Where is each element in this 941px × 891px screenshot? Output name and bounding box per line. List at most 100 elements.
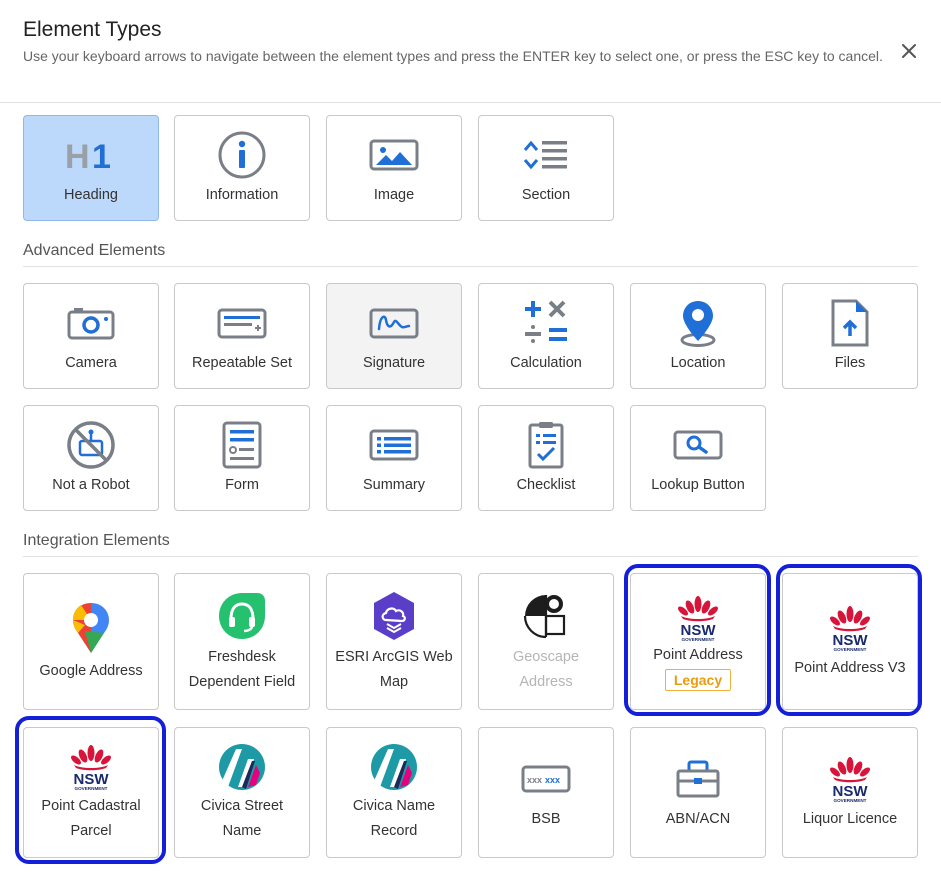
google-maps-icon: [73, 603, 109, 653]
info-icon: [218, 131, 266, 178]
close-button[interactable]: [896, 38, 922, 64]
tile-label: Point Address V3: [794, 660, 906, 676]
calculation-icon: [525, 300, 567, 343]
tile-label: Lookup Button: [651, 476, 745, 493]
element-tile-not-a-robot[interactable]: Not a Robot: [23, 405, 159, 511]
tile-label: BSB: [531, 811, 561, 827]
element-tile-bsb[interactable]: xxx xxx BSB: [478, 727, 614, 858]
element-tile-point-address[interactable]: NSW GOVERNMENT Point Address Legacy: [630, 573, 766, 710]
svg-text:GOVERNMENT: GOVERNMENT: [834, 798, 867, 803]
bsb-icon: xxx xxx: [521, 765, 571, 793]
tile-label: Not a Robot: [52, 476, 130, 493]
element-tile-google-address[interactable]: Google Address: [23, 573, 159, 710]
svg-text:GOVERNMENT: GOVERNMENT: [834, 647, 867, 652]
lookup-button-icon: [673, 430, 723, 459]
nsw-government-logo: NSW GOVERNMENT: [678, 595, 718, 642]
tile-label: Geoscape Address: [512, 648, 580, 690]
element-tile-repeatable-set[interactable]: Repeatable Set: [174, 283, 310, 389]
svg-text:H: H: [65, 138, 90, 175]
tile-label: Summary: [362, 476, 426, 493]
svg-text:xxx: xxx: [527, 775, 542, 785]
element-tile-heading[interactable]: H 1 Heading: [23, 115, 159, 221]
element-tile-liquor-licence[interactable]: NSW GOVERNMENT Liquor Licence: [782, 727, 918, 858]
civica-icon: [219, 743, 265, 790]
form-icon: [222, 421, 262, 468]
civica-icon: [371, 743, 417, 790]
freshdesk-icon: [219, 592, 265, 639]
element-tile-calculation[interactable]: Calculation: [478, 283, 614, 389]
divider: [23, 556, 918, 557]
tile-label: Image: [373, 186, 415, 203]
tile-label: Repeatable Set: [192, 354, 292, 371]
legacy-badge: Legacy: [664, 668, 732, 691]
tile-label: Form: [225, 476, 259, 493]
nsw-government-logo: NSW GOVERNMENT: [830, 757, 870, 803]
element-tile-section[interactable]: Section: [478, 115, 614, 221]
element-tile-signature[interactable]: Signature: [326, 283, 462, 389]
geoscape-icon: [523, 594, 566, 638]
element-tile-image[interactable]: Image: [326, 115, 462, 221]
element-tile-lookup-button[interactable]: Lookup Button: [630, 405, 766, 511]
close-icon: [902, 44, 916, 58]
element-tile-civica-street-name[interactable]: Civica Street Name: [174, 727, 310, 858]
tile-label: Liquor Licence: [802, 811, 898, 827]
repeatable-set-icon: [217, 308, 267, 338]
element-types-dialog: Element Types Use your keyboard arrows t…: [0, 0, 941, 891]
svg-text:GOVERNMENT: GOVERNMENT: [682, 637, 715, 642]
tile-label: Freshdesk Dependent Field: [188, 648, 296, 690]
tile-label: Heading: [63, 186, 118, 203]
nsw-government-logo: NSW GOVERNMENT: [71, 744, 111, 791]
summary-icon: [369, 429, 419, 460]
section-icon: [523, 140, 567, 169]
image-icon: [369, 139, 419, 170]
element-tile-geoscape-address: Geoscape Address: [478, 573, 614, 710]
not-a-robot-icon: [67, 420, 115, 469]
element-tile-information[interactable]: Information: [174, 115, 310, 221]
element-tile-freshdesk-dependent-field[interactable]: Freshdesk Dependent Field: [174, 573, 310, 710]
tile-label: Checklist: [516, 476, 576, 493]
dialog-title: Element Types: [23, 18, 162, 41]
element-tile-point-cadastral-parcel[interactable]: NSW GOVERNMENT Point Cadastral Parcel: [23, 727, 159, 858]
signature-icon: [369, 308, 419, 338]
element-tile-summary[interactable]: Summary: [326, 405, 462, 511]
tile-label: Camera: [65, 354, 117, 371]
element-tile-camera[interactable]: Camera: [23, 283, 159, 389]
briefcase-icon: [676, 760, 720, 798]
element-tile-location[interactable]: Location: [630, 283, 766, 389]
element-tile-checklist[interactable]: Checklist: [478, 405, 614, 511]
dialog-header: Element Types Use your keyboard arrows t…: [0, 0, 941, 103]
tile-label: ESRI ArcGIS Web Map: [335, 648, 453, 690]
dialog-description: Use your keyboard arrows to navigate bet…: [23, 48, 883, 64]
element-tile-files[interactable]: Files: [782, 283, 918, 389]
location-pin-icon: [680, 300, 716, 347]
svg-text:xxx: xxx: [545, 775, 560, 785]
divider: [23, 266, 918, 267]
element-tile-esri-arcgis-web-map[interactable]: ESRI ArcGIS Web Map: [326, 573, 462, 710]
section-title-advanced: Advanced Elements: [23, 242, 166, 259]
tile-label: ABN/ACN: [665, 811, 731, 827]
svg-text:1: 1: [92, 138, 111, 175]
tile-label: Section: [521, 186, 571, 203]
element-tile-civica-name-record[interactable]: Civica Name Record: [326, 727, 462, 858]
section-title-integration: Integration Elements: [23, 532, 170, 549]
element-tile-abn-acn[interactable]: ABN/ACN: [630, 727, 766, 858]
file-upload-icon: [831, 299, 869, 346]
element-tile-form[interactable]: Form: [174, 405, 310, 511]
tile-label: Location: [670, 354, 726, 371]
tile-label: Google Address: [39, 663, 143, 679]
nsw-government-logo: NSW GOVERNMENT: [830, 606, 870, 652]
checklist-icon: [528, 421, 564, 468]
tile-label: Calculation: [510, 354, 582, 371]
tile-label: Files: [834, 354, 866, 371]
svg-text:GOVERNMENT: GOVERNMENT: [75, 786, 108, 791]
tile-label: Information: [205, 186, 279, 203]
heading-h1-icon: H 1: [65, 138, 111, 175]
tile-label: Civica Name Record: [352, 797, 436, 839]
tile-label: Civica Street Name: [200, 797, 284, 839]
element-tile-point-address-v3[interactable]: NSW GOVERNMENT Point Address V3: [782, 573, 918, 710]
camera-icon: [67, 307, 115, 339]
esri-arcgis-icon: [374, 591, 414, 640]
tile-label: Point Address: [653, 646, 743, 663]
tile-label: Signature: [362, 354, 426, 371]
tile-label: Point Cadastral Parcel: [41, 797, 141, 839]
